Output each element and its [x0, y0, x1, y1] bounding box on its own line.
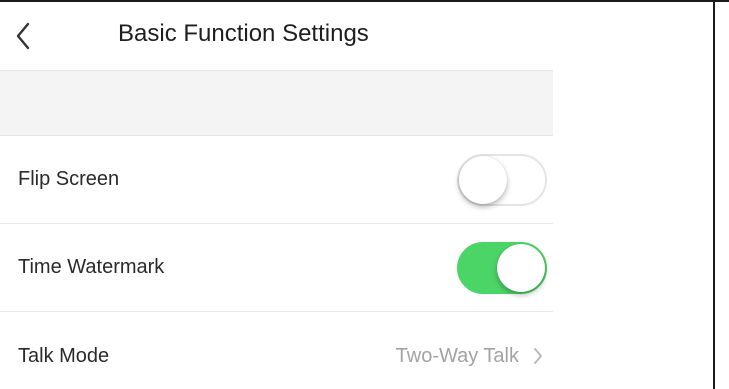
toggle-knob: [459, 155, 507, 204]
page-title: Basic Function Settings: [118, 20, 369, 47]
time-watermark-label: Time Watermark: [18, 256, 165, 278]
time-watermark-row: Time Watermark: [0, 224, 553, 312]
talk-mode-label: Talk Mode: [18, 344, 110, 367]
flip-screen-label: Flip Screen: [18, 168, 120, 190]
flip-screen-row: Flip Screen: [0, 136, 553, 224]
talk-mode-row[interactable]: Talk Mode Two-Way Talk: [0, 312, 553, 389]
flip-screen-toggle[interactable]: [457, 153, 547, 206]
time-watermark-toggle[interactable]: [457, 241, 547, 294]
talk-mode-selector[interactable]: Two-Way Talk: [396, 345, 547, 368]
toggle-knob: [497, 243, 545, 292]
chevron-left-icon: [16, 22, 30, 50]
back-button[interactable]: [8, 16, 38, 56]
talk-mode-value: Two-Way Talk: [395, 344, 519, 367]
right-border: [713, 0, 715, 389]
settings-screen: Basic Function Settings Flip Screen Time…: [0, 2, 553, 389]
navigation-bar: Basic Function Settings: [0, 2, 553, 70]
section-spacer: [0, 70, 553, 136]
chevron-right-icon: [533, 347, 543, 365]
